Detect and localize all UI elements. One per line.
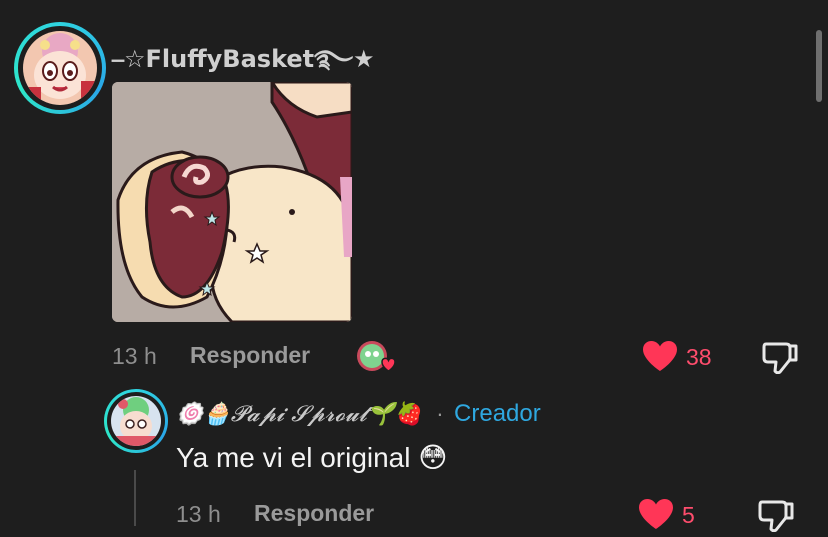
reply-text: Ya me vi el original 😳: [176, 442, 448, 473]
reply-username[interactable]: 🍥🧁𝓟𝓪𝓹𝓲 𝓢𝓹𝓻𝓸𝓾𝓽🌱🍓: [176, 402, 422, 427]
creator-heart-badge-icon: [356, 340, 396, 376]
reply-timestamp: 13 h: [176, 501, 221, 527]
comment-timestamp: 13 h: [112, 343, 157, 369]
scrollbar[interactable]: [816, 30, 822, 102]
reply-header: 🍥🧁𝓟𝓪𝓹𝓲 𝓢𝓹𝓻𝓸𝓾𝓽🌱🍓 · Creador: [176, 400, 541, 430]
comment-sticker-image[interactable]: [112, 82, 352, 322]
thumbs-down-icon[interactable]: [762, 340, 798, 375]
reply-avatar[interactable]: [104, 389, 168, 453]
thumbs-down-icon[interactable]: [758, 498, 794, 533]
reply-thread-line: [134, 470, 136, 526]
heart-icon[interactable]: [642, 340, 678, 372]
comment-like-count: 38: [686, 344, 712, 370]
reply-separator: ·: [436, 401, 444, 426]
reply-like-count: 5: [682, 502, 695, 528]
heart-icon[interactable]: [638, 498, 674, 530]
comment-reply-button[interactable]: Responder: [190, 342, 310, 369]
creator-label: Creador: [454, 400, 541, 427]
avatar-image: [23, 31, 97, 105]
comment-avatar[interactable]: [14, 22, 106, 114]
avatar-image: [111, 396, 161, 446]
reply-reply-button[interactable]: Responder: [254, 500, 374, 527]
